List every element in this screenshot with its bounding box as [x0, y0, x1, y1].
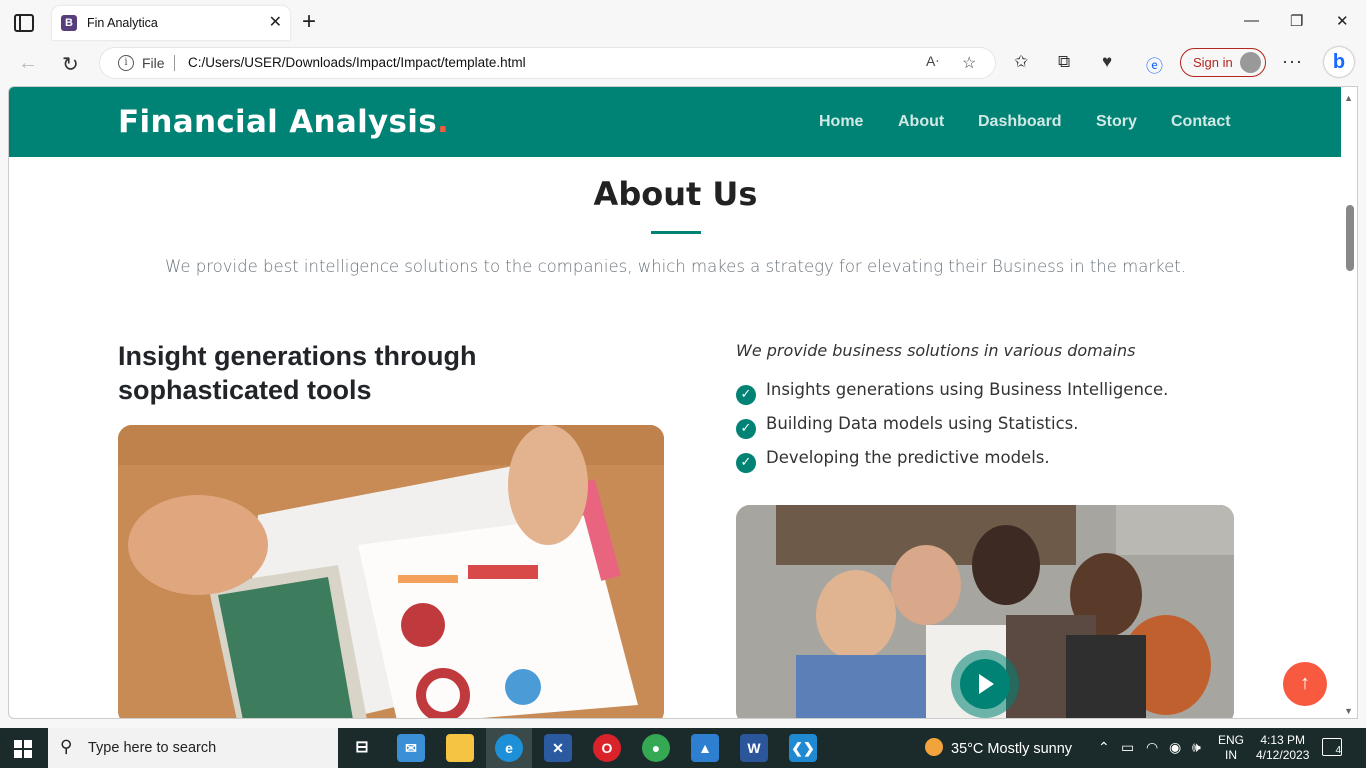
site-header: Financial Analysis. Home About Dashboard…: [9, 87, 1342, 157]
network-icon[interactable]: ◉: [1169, 739, 1181, 756]
search-icon: ⚲: [60, 737, 73, 756]
check-circle-icon: ✓: [736, 453, 756, 473]
photos-app-icon[interactable]: ▲: [691, 734, 719, 762]
play-video-button[interactable]: [951, 650, 1019, 718]
title-underline: [651, 231, 701, 234]
ssms-app-icon[interactable]: ✕: [544, 734, 572, 762]
close-tab-icon[interactable]: ✕: [269, 12, 282, 32]
chrome-app-icon[interactable]: ●: [642, 734, 670, 762]
service-item-3: ✓ Developing the predictive models.: [736, 448, 1050, 473]
service-item-1: ✓ Insights generations using Business Int…: [736, 380, 1168, 405]
scroll-down-icon[interactable]: ▼: [1344, 706, 1353, 716]
windows-taskbar: ⚲ Type here to search ⊟ ✉ e ✕ O ● ▲ W ❮❯…: [0, 728, 1366, 768]
favorites-icon[interactable]: ✩: [1014, 52, 1028, 72]
site-logo[interactable]: Financial Analysis.: [118, 104, 449, 140]
section-title: About Us: [593, 175, 758, 213]
edge-extension-icon[interactable]: ⓔ: [1146, 52, 1163, 77]
volume-icon[interactable]: 🕪: [1192, 739, 1201, 756]
page-viewport: Financial Analysis. Home About Dashboard…: [8, 86, 1358, 719]
mail-app-icon[interactable]: ✉: [397, 734, 425, 762]
refresh-icon[interactable]: ↻: [62, 52, 79, 77]
analytics-desk-image: [118, 425, 664, 718]
word-app-icon[interactable]: W: [740, 734, 768, 762]
page-scrollbar[interactable]: ▲ ▼: [1341, 87, 1357, 718]
browser-essentials-icon[interactable]: ♥: [1102, 52, 1112, 72]
nav-home[interactable]: Home: [819, 113, 863, 131]
battery-icon[interactable]: ▭: [1121, 739, 1134, 756]
edge-app-icon[interactable]: e: [495, 734, 523, 762]
language-indicator[interactable]: ENG IN: [1218, 733, 1244, 763]
section-description: We provide best intelligence solutions t…: [165, 257, 1186, 276]
insight-heading: Insight generations through sophasticate…: [118, 341, 477, 405]
back-icon[interactable]: ←: [18, 52, 38, 75]
search-placeholder: Type here to search: [88, 740, 217, 756]
service-item-2: ✓ Building Data models using Statistics.: [736, 414, 1079, 439]
task-view-icon[interactable]: ⊟: [348, 734, 376, 762]
show-hidden-icons-icon[interactable]: ⌃: [1098, 739, 1110, 756]
collections-icon[interactable]: ⧉: [1058, 52, 1070, 72]
services-intro: We provide business solutions in various…: [736, 341, 1136, 360]
bootstrap-favicon-icon: B: [61, 15, 77, 31]
tab-actions-icon[interactable]: [14, 14, 34, 32]
read-aloud-icon[interactable]: Aᐧ: [926, 53, 939, 70]
browser-tab-bar: B Fin Analytica ✕ + — ❐ ✕: [0, 0, 1366, 46]
opera-app-icon[interactable]: O: [593, 734, 621, 762]
windows-start-icon[interactable]: [14, 740, 32, 758]
wifi-icon[interactable]: ◠: [1146, 739, 1158, 756]
partly-sunny-icon: [925, 738, 943, 756]
back-to-top-button[interactable]: ↑: [1283, 662, 1327, 706]
weather-widget[interactable]: 35°C Mostly sunny: [925, 738, 1072, 757]
more-options-icon[interactable]: ···: [1282, 51, 1303, 72]
profile-avatar-icon: [1240, 52, 1261, 73]
address-scheme-label: File: [142, 55, 165, 71]
scroll-up-icon[interactable]: ▲: [1344, 93, 1353, 103]
nav-about[interactable]: About: [898, 113, 944, 131]
play-icon: [960, 659, 1010, 709]
notification-center-icon[interactable]: 4: [1322, 738, 1342, 756]
address-divider: [174, 55, 175, 71]
scrollbar-thumb[interactable]: [1346, 205, 1354, 271]
sign-in-button[interactable]: Sign in: [1180, 48, 1266, 77]
tab-title: Fin Analytica: [87, 16, 158, 30]
add-favorite-icon[interactable]: ☆: [962, 53, 976, 73]
check-circle-icon: ✓: [736, 419, 756, 439]
sign-in-label: Sign in: [1193, 55, 1233, 70]
url-text[interactable]: C:/Users/USER/Downloads/Impact/Impact/te…: [188, 55, 526, 70]
nav-contact[interactable]: Contact: [1171, 113, 1231, 131]
file-explorer-icon[interactable]: [446, 734, 474, 762]
new-tab-icon[interactable]: +: [302, 10, 316, 34]
bing-chat-icon[interactable]: b: [1324, 47, 1354, 77]
nav-dashboard[interactable]: Dashboard: [978, 113, 1062, 131]
restore-icon[interactable]: ❐: [1290, 12, 1303, 30]
minimize-icon[interactable]: —: [1244, 12, 1259, 29]
nav-story[interactable]: Story: [1096, 113, 1137, 131]
info-icon[interactable]: i: [118, 55, 134, 71]
close-window-icon[interactable]: ✕: [1336, 12, 1349, 30]
vscode-app-icon[interactable]: ❮❯: [789, 734, 817, 762]
browser-tab[interactable]: B Fin Analytica ✕: [52, 6, 290, 40]
address-bar[interactable]: i File C:/Users/USER/Downloads/Impact/Im…: [100, 48, 995, 78]
system-clock[interactable]: 4:13 PM 4/12/2023: [1256, 733, 1309, 763]
taskbar-search[interactable]: ⚲ Type here to search: [48, 728, 338, 768]
team-huddle-image: [736, 505, 1234, 718]
check-circle-icon: ✓: [736, 385, 756, 405]
